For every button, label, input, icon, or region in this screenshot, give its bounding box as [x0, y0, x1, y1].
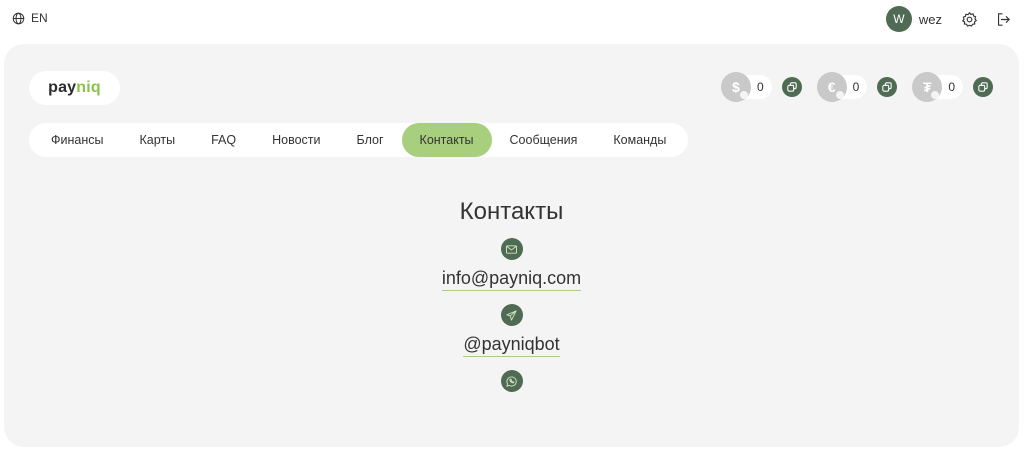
email-link[interactable]: info@payniq.com — [441, 267, 582, 291]
language-label: EN — [31, 11, 48, 25]
globe-icon — [12, 12, 25, 24]
copy-button[interactable] — [781, 77, 802, 97]
nav-item-teams[interactable]: Команды — [595, 123, 684, 157]
page-title: Контакты — [459, 198, 564, 225]
wallets: $ 0 € 0 ₮ 0 — [720, 72, 993, 102]
avatar[interactable]: W — [885, 6, 912, 32]
copy-icon — [978, 82, 988, 92]
nav-item-faq[interactable]: FAQ — [193, 123, 254, 157]
nav-item-news[interactable]: Новости — [254, 123, 338, 157]
username[interactable]: wez — [919, 12, 942, 27]
euro-coin-icon: € — [816, 72, 847, 102]
nav-item-messages[interactable]: Сообщения — [492, 123, 596, 157]
wallet-eur: € 0 — [816, 72, 898, 102]
copy-button[interactable] — [973, 77, 993, 97]
logo-text-pay: pay — [48, 79, 77, 96]
language-switcher[interactable]: EN — [12, 11, 48, 25]
logo-text-niq: niq — [76, 79, 101, 96]
whatsapp-icon[interactable] — [500, 370, 523, 392]
main-nav: Финансы Карты FAQ Новости Блог Контакты … — [29, 123, 689, 157]
copy-button[interactable] — [877, 77, 898, 97]
copy-icon — [786, 82, 797, 92]
copy-icon — [882, 82, 893, 92]
nav-item-finance[interactable]: Финансы — [33, 123, 121, 157]
nav-item-cards[interactable]: Карты — [121, 123, 193, 157]
main-card: pay niq $ 0 € 0 ₮ 0 Финансы Карты FAQ Но… — [4, 44, 1019, 447]
logo[interactable]: pay niq — [29, 71, 120, 105]
top-bar: EN W wez — [0, 0, 1024, 38]
logout-icon[interactable] — [994, 10, 1012, 28]
telegram-icon — [500, 304, 523, 326]
wallet-usd: $ 0 — [720, 72, 802, 102]
nav-item-contacts[interactable]: Контакты — [401, 123, 492, 157]
nav-item-blog[interactable]: Блог — [339, 123, 402, 157]
wallet-usdt: ₮ 0 — [912, 72, 993, 102]
tether-coin-icon: ₮ — [912, 72, 943, 102]
user-area: W wez — [885, 6, 1012, 32]
gear-icon[interactable] — [960, 10, 978, 28]
dollar-coin-icon: $ — [720, 72, 751, 102]
mail-icon — [500, 238, 523, 260]
telegram-link[interactable]: @payniqbot — [463, 333, 560, 357]
contacts-section: Контакты info@payniq.com @payniqbot — [4, 196, 1019, 392]
